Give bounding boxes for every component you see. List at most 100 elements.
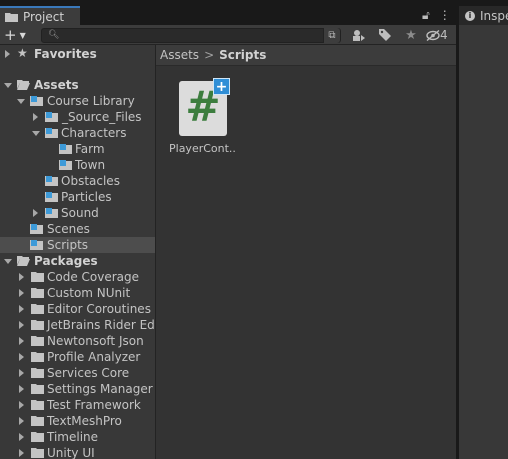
prefab-folder-icon xyxy=(45,192,58,202)
collapse-arrow-icon[interactable] xyxy=(4,259,12,264)
expand-arrow-icon[interactable] xyxy=(19,321,24,329)
expand-arrow-icon[interactable] xyxy=(19,417,24,425)
plus-icon: + xyxy=(4,26,17,44)
expand-arrow-icon[interactable] xyxy=(19,273,24,281)
tree-item-packages[interactable]: Packages xyxy=(0,253,155,269)
folder-icon xyxy=(31,400,44,410)
open-folder-icon xyxy=(17,80,30,90)
tree-item-label: Newtonsoft Json xyxy=(47,334,144,348)
expand-arrow-icon[interactable] xyxy=(19,289,24,297)
open-folder-icon xyxy=(17,256,30,266)
create-button[interactable]: + ▼ xyxy=(4,26,32,44)
filter-type-icon xyxy=(353,30,365,41)
tree-item-package[interactable]: Test Framework xyxy=(0,397,155,413)
collapse-arrow-icon[interactable] xyxy=(32,131,40,136)
tree-item-label: Code Coverage xyxy=(47,270,140,284)
folder-icon xyxy=(31,336,44,346)
tree-item-label: Profile Analyzer xyxy=(47,350,141,364)
tree-item-package[interactable]: Unity UI xyxy=(0,445,155,459)
asset-browser: Assets > Scripts # + PlayerCont... xyxy=(156,45,456,459)
tree-item-label: Unity UI xyxy=(47,446,95,459)
tree-item-package[interactable]: Editor Coroutines xyxy=(0,301,155,317)
hidden-packages-toggle[interactable]: 4 xyxy=(426,28,449,42)
eye-off-icon xyxy=(426,29,440,41)
tree-item-label: Timeline xyxy=(47,430,99,444)
prefab-folder-icon xyxy=(30,224,43,234)
tree-item-package[interactable]: Timeline xyxy=(0,429,155,445)
tree-item-particles[interactable]: Particles xyxy=(0,189,155,205)
tree-item-package[interactable]: Services Core xyxy=(0,365,155,381)
expand-arrow-icon[interactable] xyxy=(19,401,24,409)
tab-project-label: Project xyxy=(23,9,65,24)
expand-arrow-icon[interactable] xyxy=(33,209,38,217)
expand-arrow-icon[interactable] xyxy=(19,385,24,393)
expand-arrow-icon[interactable] xyxy=(19,305,24,313)
tree-item-favorites[interactable]: ★ Favorites xyxy=(0,46,155,62)
tree-item-label: _Source_Files xyxy=(62,110,142,124)
kebab-menu-icon[interactable]: ⋮ xyxy=(439,8,451,23)
tree-item-scripts[interactable]: Scripts xyxy=(0,237,155,253)
expand-arrow-icon[interactable] xyxy=(19,369,24,377)
tree-item-sound[interactable]: Sound xyxy=(0,205,155,221)
tree-item-package[interactable]: Custom NUnit xyxy=(0,285,155,301)
expand-arrow-icon[interactable] xyxy=(19,449,24,457)
tab-project[interactable]: Project xyxy=(0,6,80,25)
prefab-folder-icon xyxy=(45,208,58,218)
folder-icon xyxy=(31,368,44,378)
tag-icon xyxy=(379,29,391,41)
filter-by-type-button[interactable] xyxy=(346,27,372,43)
folder-icon xyxy=(31,416,44,426)
tab-inspector[interactable]: i Inspector xyxy=(459,6,508,25)
tree-item-package[interactable]: Code Coverage xyxy=(0,269,155,285)
tree-item-package[interactable]: Profile Analyzer xyxy=(0,349,155,365)
prefab-folder-icon xyxy=(45,128,58,138)
tree-item-package[interactable]: JetBrains Rider Edit xyxy=(0,317,155,333)
tree-item-label: Particles xyxy=(61,190,112,204)
tree-item-farm[interactable]: Farm xyxy=(0,141,155,157)
folder-icon xyxy=(5,12,18,22)
folder-tree: ★ Favorites Assets Course Library _Sourc… xyxy=(0,45,155,459)
tree-item-characters[interactable]: Characters xyxy=(0,125,155,141)
star-icon: ★ xyxy=(17,46,28,60)
folder-icon xyxy=(31,320,44,330)
project-toolbar: + ▼ 🔍︎ ⧉ ★ 4 xyxy=(0,25,456,45)
search-input[interactable]: 🔍︎ ⧉ xyxy=(41,28,341,43)
tree-item-label: Scripts xyxy=(47,238,89,252)
tree-item-assets[interactable]: Assets xyxy=(0,77,155,93)
breadcrumb-assets[interactable]: Assets xyxy=(160,48,199,62)
folder-icon xyxy=(31,352,44,362)
tree-item-course-library[interactable]: Course Library xyxy=(0,93,155,109)
tree-item-label: Farm xyxy=(75,142,105,156)
expand-arrow-icon[interactable] xyxy=(5,50,10,58)
prefab-folder-icon xyxy=(59,160,72,170)
tree-item-package[interactable]: Newtonsoft Json xyxy=(0,333,155,349)
tree-item-label: Scenes xyxy=(47,222,90,236)
asset-name: PlayerCont... xyxy=(169,142,237,155)
prefab-folder-icon xyxy=(59,144,72,154)
search-by-type-icon[interactable]: ⧉ xyxy=(323,28,340,43)
collapse-arrow-icon[interactable] xyxy=(17,99,25,104)
tree-item-label: Favorites xyxy=(34,47,97,61)
tree-item-label: Assets xyxy=(34,78,79,92)
expand-arrow-icon[interactable] xyxy=(19,337,24,345)
tree-item-package[interactable]: Settings Manager xyxy=(0,381,155,397)
tree-item-label: Services Core xyxy=(47,366,130,380)
prefab-folder-icon xyxy=(45,176,58,186)
tree-item-source-files[interactable]: _Source_Files xyxy=(0,109,155,125)
expand-arrow-icon[interactable] xyxy=(33,113,38,121)
favorites-button[interactable]: ★ xyxy=(398,27,424,43)
breadcrumb-separator: > xyxy=(204,48,215,62)
tree-item-label: Custom NUnit xyxy=(47,286,131,300)
expand-arrow-icon[interactable] xyxy=(19,433,24,441)
tree-item-label: Settings Manager xyxy=(47,382,153,396)
expand-arrow-icon[interactable] xyxy=(19,353,24,361)
filter-by-label-button[interactable] xyxy=(372,27,398,43)
tree-item-scenes[interactable]: Scenes xyxy=(0,221,155,237)
tree-item-obstacles[interactable]: Obstacles xyxy=(0,173,155,189)
tree-item-town[interactable]: Town xyxy=(0,157,155,173)
folder-icon xyxy=(31,448,44,458)
lock-icon[interactable]: 🔓︎ xyxy=(422,8,430,23)
collapse-arrow-icon[interactable] xyxy=(4,83,12,88)
breadcrumb-scripts[interactable]: Scripts xyxy=(219,48,266,62)
tree-item-package[interactable]: TextMeshPro xyxy=(0,413,155,429)
